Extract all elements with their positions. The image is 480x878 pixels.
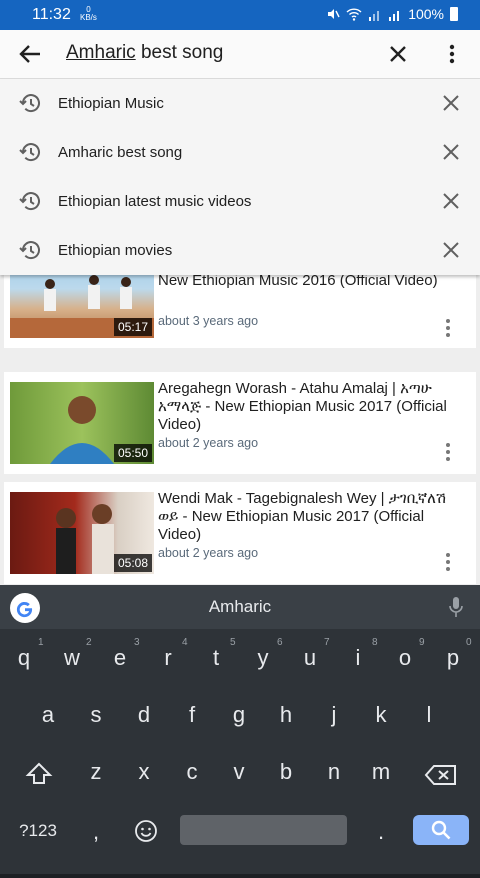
video-results-list: 05:17 Brouk Rack ft Melaku Bireda - Gere…	[0, 260, 480, 585]
video-thumbnail[interactable]: 05:08	[10, 492, 154, 574]
key-l[interactable]: l	[409, 702, 449, 728]
history-icon	[19, 241, 40, 260]
key-w[interactable]: w	[52, 645, 92, 671]
search-query-composing: Amharic	[66, 42, 136, 63]
suggestion-item[interactable]: Ethiopian movies	[0, 226, 480, 275]
video-more-icon[interactable]	[444, 552, 452, 572]
video-more-icon[interactable]	[444, 442, 452, 462]
key-u[interactable]: u	[290, 645, 330, 671]
suggestion-label: Ethiopian movies	[58, 242, 173, 259]
search-input[interactable]: Amharic best song	[66, 42, 223, 64]
key-b[interactable]: b	[266, 759, 306, 785]
suggestion-item[interactable]: Amharic best song	[0, 128, 480, 177]
video-card[interactable]: 05:08 Wendi Mak - Tagebignalesh Wey | ታገ…	[4, 482, 476, 584]
emoji-icon[interactable]	[134, 819, 158, 843]
shift-icon[interactable]	[24, 761, 54, 787]
video-duration: 05:08	[113, 554, 152, 572]
remove-suggestion-icon[interactable]	[440, 92, 462, 114]
net-speed-unit: KB/s	[80, 13, 97, 22]
key-o[interactable]: o	[385, 645, 425, 671]
battery-icon	[450, 7, 458, 21]
key-k[interactable]: k	[361, 702, 401, 728]
suggestion-item[interactable]: Ethiopian Music	[0, 79, 480, 128]
key-i[interactable]: i	[338, 645, 378, 671]
space-bar[interactable]	[180, 815, 347, 845]
video-age: about 2 years ago	[158, 546, 259, 560]
suggestion-label: Ethiopian Music	[58, 95, 164, 112]
symbols-key[interactable]: ?123	[10, 821, 66, 841]
key-t[interactable]: t	[196, 645, 236, 671]
key-c[interactable]: c	[172, 759, 212, 785]
mic-icon[interactable]	[448, 595, 464, 619]
comma-key[interactable]: ,	[76, 819, 116, 845]
video-title[interactable]: Aregahegn Worash - Atahu Amalaj | አጣሁ አማ…	[158, 380, 458, 434]
status-icons: 100%	[326, 6, 458, 22]
search-key[interactable]	[413, 815, 469, 845]
key-q[interactable]: q	[4, 645, 44, 671]
status-time: 11:32	[32, 6, 71, 23]
key-m[interactable]: m	[361, 759, 401, 785]
video-title[interactable]: Wendi Mak - Tagebignalesh Wey | ታገቢኛለሽ ወ…	[158, 490, 458, 544]
period-key[interactable]: .	[361, 819, 401, 845]
keyboard-word-suggestion[interactable]: Amharic	[0, 597, 480, 617]
key-s[interactable]: s	[76, 702, 116, 728]
keyboard-suggestion-strip: Amharic	[0, 585, 480, 629]
clear-search-icon[interactable]	[384, 40, 412, 68]
backspace-icon[interactable]	[424, 763, 458, 787]
video-duration: 05:50	[113, 444, 152, 462]
history-icon	[19, 192, 40, 211]
signal-icon-2	[389, 11, 400, 21]
key-h[interactable]: h	[266, 702, 306, 728]
video-age: about 2 years ago	[158, 436, 259, 450]
video-age: about 3 years ago	[158, 314, 259, 328]
video-card[interactable]: 05:50 Aregahegn Worash - Atahu Amalaj | …	[4, 372, 476, 474]
key-j[interactable]: j	[314, 702, 354, 728]
search-icon	[431, 820, 451, 840]
search-bar: Amharic best song	[0, 30, 480, 79]
status-bar: 11:32 0 KB/s 100%	[0, 0, 480, 30]
net-speed: 0 KB/s	[80, 6, 97, 22]
key-v[interactable]: v	[219, 759, 259, 785]
search-query-rest: best song	[135, 42, 224, 63]
history-icon	[19, 94, 40, 113]
key-p[interactable]: p	[433, 645, 473, 671]
key-x[interactable]: x	[124, 759, 164, 785]
video-thumbnail[interactable]: 05:50	[10, 382, 154, 464]
key-r[interactable]: r	[148, 645, 188, 671]
key-a[interactable]: a	[28, 702, 68, 728]
key-y[interactable]: y	[243, 645, 283, 671]
suggestion-label: Amharic best song	[58, 144, 183, 161]
key-n[interactable]: n	[314, 759, 354, 785]
key-g[interactable]: g	[219, 702, 259, 728]
suggestion-label: Ethiopian latest music videos	[58, 193, 252, 210]
video-more-icon[interactable]	[444, 318, 452, 338]
back-arrow-icon[interactable]	[16, 40, 44, 68]
key-f[interactable]: f	[172, 702, 212, 728]
history-icon	[19, 143, 40, 162]
key-e[interactable]: e	[100, 645, 140, 671]
more-options-icon[interactable]	[440, 40, 464, 68]
signal-icon-1	[369, 11, 380, 21]
remove-suggestion-icon[interactable]	[440, 239, 462, 261]
search-suggestions: Ethiopian Music Amharic best song Ethiop…	[0, 79, 480, 275]
mute-icon	[328, 9, 340, 19]
remove-suggestion-icon[interactable]	[440, 141, 462, 163]
navigation-bar	[0, 874, 480, 878]
key-z[interactable]: z	[76, 759, 116, 785]
suggestion-item[interactable]: Ethiopian latest music videos	[0, 177, 480, 226]
battery-percent: 100%	[408, 6, 444, 22]
video-duration: 05:17	[113, 318, 152, 336]
soft-keyboard: Amharic 1 2 3 4 5 6 7 8 9 0 q w e r t y …	[0, 585, 480, 878]
remove-suggestion-icon[interactable]	[440, 190, 462, 212]
wifi-icon	[346, 8, 362, 21]
key-d[interactable]: d	[124, 702, 164, 728]
